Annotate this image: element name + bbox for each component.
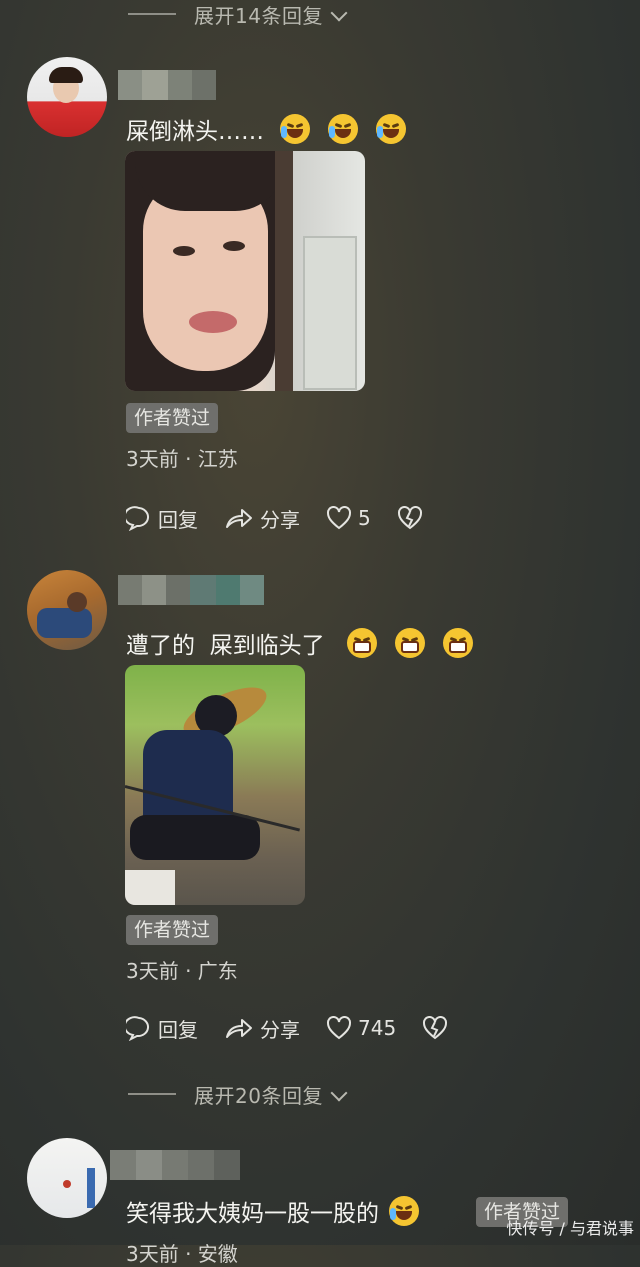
divider-line (128, 13, 176, 15)
username-blurred[interactable] (110, 1150, 240, 1180)
grimace-emoji (442, 628, 473, 658)
username-blurred[interactable] (118, 575, 264, 605)
dislike-button[interactable] (422, 1016, 454, 1040)
laugh-cry-emoji (280, 114, 310, 144)
share-button[interactable]: 分享 (224, 1014, 300, 1043)
reply-button[interactable]: 回复 (126, 1014, 198, 1043)
comment-actions: 回复 分享 745 (126, 1011, 480, 1045)
username-blurred[interactable] (118, 70, 216, 100)
like-button[interactable]: 5 (326, 506, 371, 530)
chevron-down-icon (330, 1084, 348, 1101)
expand-replies-top[interactable]: 展开14条回复 (0, 0, 640, 32)
expand-label: 展开14条回复 (194, 3, 323, 28)
reply-button[interactable]: 回复 (126, 504, 198, 533)
laugh-cry-emoji (328, 114, 358, 144)
divider-line (128, 1093, 176, 1095)
like-count: 5 (358, 506, 371, 530)
avatar[interactable] (27, 570, 107, 650)
comment-text: 遭了的 屎到临头了 (126, 626, 473, 660)
chevron-down-icon (330, 4, 348, 21)
comment-text: 屎倒淋头…… (126, 112, 406, 146)
comment-meta: 3天前 · 广东 (126, 959, 238, 983)
expand-label: 展开20条回复 (194, 1083, 323, 1108)
comment-text: 笑得我大姨妈一股一股的 (126, 1194, 419, 1228)
avatar[interactable] (27, 57, 107, 137)
share-label: 分享 (260, 1017, 300, 1042)
laugh-cry-emoji (389, 1196, 419, 1226)
share-button[interactable]: 分享 (224, 504, 300, 533)
comment-actions: 回复 分享 5 (126, 501, 455, 535)
grimace-emoji (346, 628, 377, 658)
broken-heart-icon (423, 1016, 448, 1040)
comment-bubble-icon (126, 506, 149, 531)
comment-meta: 3天前 · 安徽 (126, 1242, 238, 1266)
reply-label: 回复 (158, 507, 198, 532)
reply-label: 回复 (158, 1017, 198, 1042)
comment-meta: 3天前 · 江苏 (126, 447, 238, 471)
comment-image[interactable] (125, 151, 365, 391)
like-count: 745 (358, 1016, 397, 1040)
expand-replies-mid[interactable]: 展开20条回复 (0, 1076, 640, 1112)
share-label: 分享 (260, 507, 300, 532)
avatar[interactable] (27, 1138, 107, 1218)
author-liked-badge: 作者赞过 (126, 403, 219, 433)
share-arrow-icon (226, 1019, 252, 1038)
broken-heart-icon (397, 506, 422, 530)
laugh-cry-emoji (376, 114, 406, 144)
comment-bubble-icon (126, 1016, 149, 1041)
comment-image[interactable] (125, 665, 305, 905)
share-arrow-icon (226, 509, 252, 528)
grimace-emoji (394, 628, 425, 658)
like-button[interactable]: 745 (326, 1016, 396, 1040)
heart-icon (327, 506, 351, 530)
watermark: 快传号 / 与君说事 (506, 1219, 634, 1238)
author-liked-badge: 作者赞过 (126, 915, 219, 945)
dislike-button[interactable] (397, 506, 429, 530)
heart-icon (327, 1016, 351, 1040)
